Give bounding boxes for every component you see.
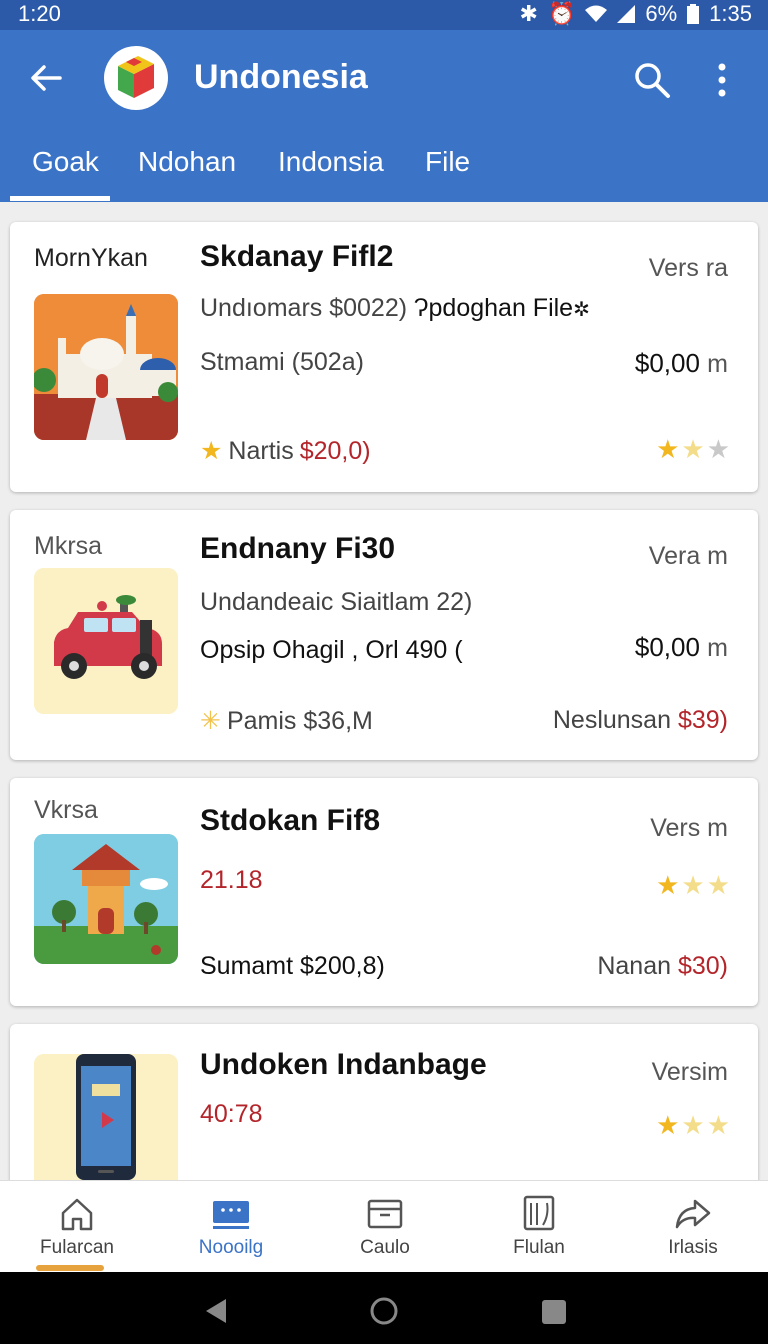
tab-indicator bbox=[10, 196, 110, 201]
rating-label: Nartis bbox=[228, 436, 294, 465]
status-time-right: 1:35 bbox=[709, 1, 752, 26]
more-vert-icon[interactable] bbox=[708, 60, 736, 100]
battery-icon bbox=[687, 4, 700, 24]
star-full-icon: ★ bbox=[656, 870, 680, 900]
nav-item-irlasis[interactable]: Irlasis bbox=[616, 1181, 768, 1273]
keyboard-icon bbox=[213, 1201, 249, 1229]
tab-indonsia[interactable]: Indonsia bbox=[278, 142, 384, 202]
card-label: MornYkan bbox=[34, 244, 148, 272]
tab-file[interactable]: File bbox=[425, 142, 470, 202]
rating-row: ✳ Pamis $36,M bbox=[200, 706, 373, 736]
nav-item-caulo[interactable]: Caulo bbox=[308, 1181, 462, 1273]
star-empty-icon: ★ bbox=[706, 434, 730, 464]
app-list[interactable]: MornYkan Skdanay Fifl2 Vers ra Undıomars bbox=[0, 202, 768, 1180]
app-bar: Undonesia Goak Ndohan Indonsia File bbox=[0, 30, 768, 202]
app-subtitle: Undıomars $0022) bbox=[200, 294, 415, 322]
app-logo bbox=[104, 46, 168, 110]
status-time-left: 1:20 bbox=[18, 1, 61, 26]
star-rating: ★ ★ ★ bbox=[656, 434, 730, 465]
back-arrow-icon[interactable] bbox=[28, 60, 64, 96]
rating-row: ★ Nartis $20,0) bbox=[200, 436, 371, 466]
price: $0,00 m bbox=[634, 348, 728, 378]
phone-thumbnail bbox=[34, 1054, 178, 1180]
app-line2: Opsip Ohagil , Orl 490 ( bbox=[200, 636, 463, 664]
star-half-icon: ★ bbox=[681, 434, 705, 464]
card-label: Mkrsa bbox=[34, 532, 103, 560]
wifi-icon bbox=[585, 5, 608, 22]
tab-ndohan[interactable]: Ndohan bbox=[138, 142, 236, 202]
star-half-icon: ★ bbox=[706, 870, 730, 900]
sun-icon: ✳ bbox=[200, 707, 221, 735]
price: $0,00 m bbox=[634, 632, 728, 662]
card-label: Vkrsa bbox=[34, 796, 98, 824]
signal-icon bbox=[617, 5, 636, 23]
nav-label: Flulan bbox=[513, 1237, 565, 1258]
app-subtitle: 21.18 bbox=[200, 866, 263, 894]
nav-label: Irlasis bbox=[668, 1237, 718, 1258]
book-icon bbox=[523, 1195, 555, 1231]
nav-label: Fularcan bbox=[40, 1237, 114, 1258]
version-label: Versim bbox=[651, 1058, 728, 1086]
home-circle-icon[interactable] bbox=[369, 1296, 399, 1326]
version-label: Vers m bbox=[650, 814, 728, 842]
nav-label: Noooilg bbox=[198, 1237, 264, 1258]
star-icon: ★ bbox=[200, 437, 223, 465]
version-label: Vers ra bbox=[648, 254, 728, 282]
app-subtitle-bold: Ɂpdoghan File bbox=[414, 294, 574, 322]
nav-active-indicator bbox=[36, 1265, 104, 1271]
tab-bar: Goak Ndohan Indonsia File bbox=[0, 142, 768, 202]
app-name: Endnany Fi30 bbox=[200, 532, 396, 565]
app-line2: Stmami (502a) bbox=[200, 348, 364, 376]
search-icon[interactable] bbox=[632, 60, 672, 100]
app-name: Undoken Indanbage bbox=[200, 1048, 487, 1081]
star-half-icon: ★ bbox=[706, 1110, 730, 1140]
home-icon bbox=[61, 1198, 93, 1231]
tab-goak[interactable]: Goak bbox=[32, 142, 99, 202]
nav-label: Caulo bbox=[360, 1237, 410, 1258]
star-full-icon: ★ bbox=[656, 1110, 680, 1140]
car-thumbnail bbox=[34, 568, 178, 714]
recents-square-icon[interactable] bbox=[541, 1299, 567, 1325]
alarm-icon: ⏰ bbox=[547, 1, 576, 26]
nav-item-flulan[interactable]: Flulan bbox=[462, 1181, 616, 1273]
mosque-thumbnail bbox=[34, 294, 178, 440]
app-subtitle: Undandeaic Siaitlam 22) bbox=[200, 588, 473, 616]
app-line2: Sumamt $200,8) bbox=[200, 952, 385, 980]
bluetooth-icon: ✱ bbox=[519, 1, 538, 26]
app-subtitle: 40:78 bbox=[200, 1100, 263, 1128]
star-rating: ★ ★ ★ bbox=[656, 1110, 730, 1141]
system-navigation-bar bbox=[0, 1272, 768, 1344]
app-name: Stdokan Fif8 bbox=[200, 804, 381, 837]
list-item[interactable]: Mkrsa Endnany Fi30 Vera m Undandeaic Sia… bbox=[10, 510, 758, 760]
star-rating: ★ ★ ★ bbox=[656, 870, 730, 901]
right-value-row: Neslunsan $39) bbox=[552, 706, 728, 734]
version-label: Vera m bbox=[648, 542, 728, 570]
star-half-icon: ★ bbox=[681, 870, 705, 900]
nav-item-fularcan[interactable]: Fularcan bbox=[0, 1181, 154, 1273]
star-half-icon: ★ bbox=[681, 1110, 705, 1140]
battery-percent: 6% bbox=[645, 1, 678, 26]
inbox-icon bbox=[367, 1199, 403, 1229]
status-bar: 1:20 ✱ ⏰ 6% 1:35 bbox=[0, 0, 768, 30]
rating-label: Pamis $36,M bbox=[226, 706, 373, 735]
bottom-navigation: Fularcan Noooilg Caulo Flulan Irlasis bbox=[0, 1180, 768, 1272]
right-value-row: Nanan $30) bbox=[597, 952, 728, 980]
app-name: Skdanay Fifl2 bbox=[200, 240, 394, 273]
list-item[interactable]: Undoken Indanbage Versim 40:78 ★ ★ ★ bbox=[10, 1024, 758, 1180]
bug-icon: ✲ bbox=[573, 299, 590, 321]
app-title: Undonesia bbox=[194, 58, 368, 96]
temple-thumbnail bbox=[34, 834, 178, 964]
back-triangle-icon[interactable] bbox=[204, 1298, 228, 1324]
nav-item-noooilg[interactable]: Noooilg bbox=[154, 1181, 308, 1273]
list-item[interactable]: MornYkan Skdanay Fifl2 Vers ra Undıomars bbox=[10, 222, 758, 492]
star-full-icon: ★ bbox=[656, 434, 680, 464]
rating-value: $20,0) bbox=[299, 436, 371, 465]
list-item[interactable]: Vkrsa Stdokan Fif8 Vers m 21.18 ★ ★ ★ Suma… bbox=[10, 778, 758, 1006]
share-icon bbox=[675, 1199, 711, 1229]
